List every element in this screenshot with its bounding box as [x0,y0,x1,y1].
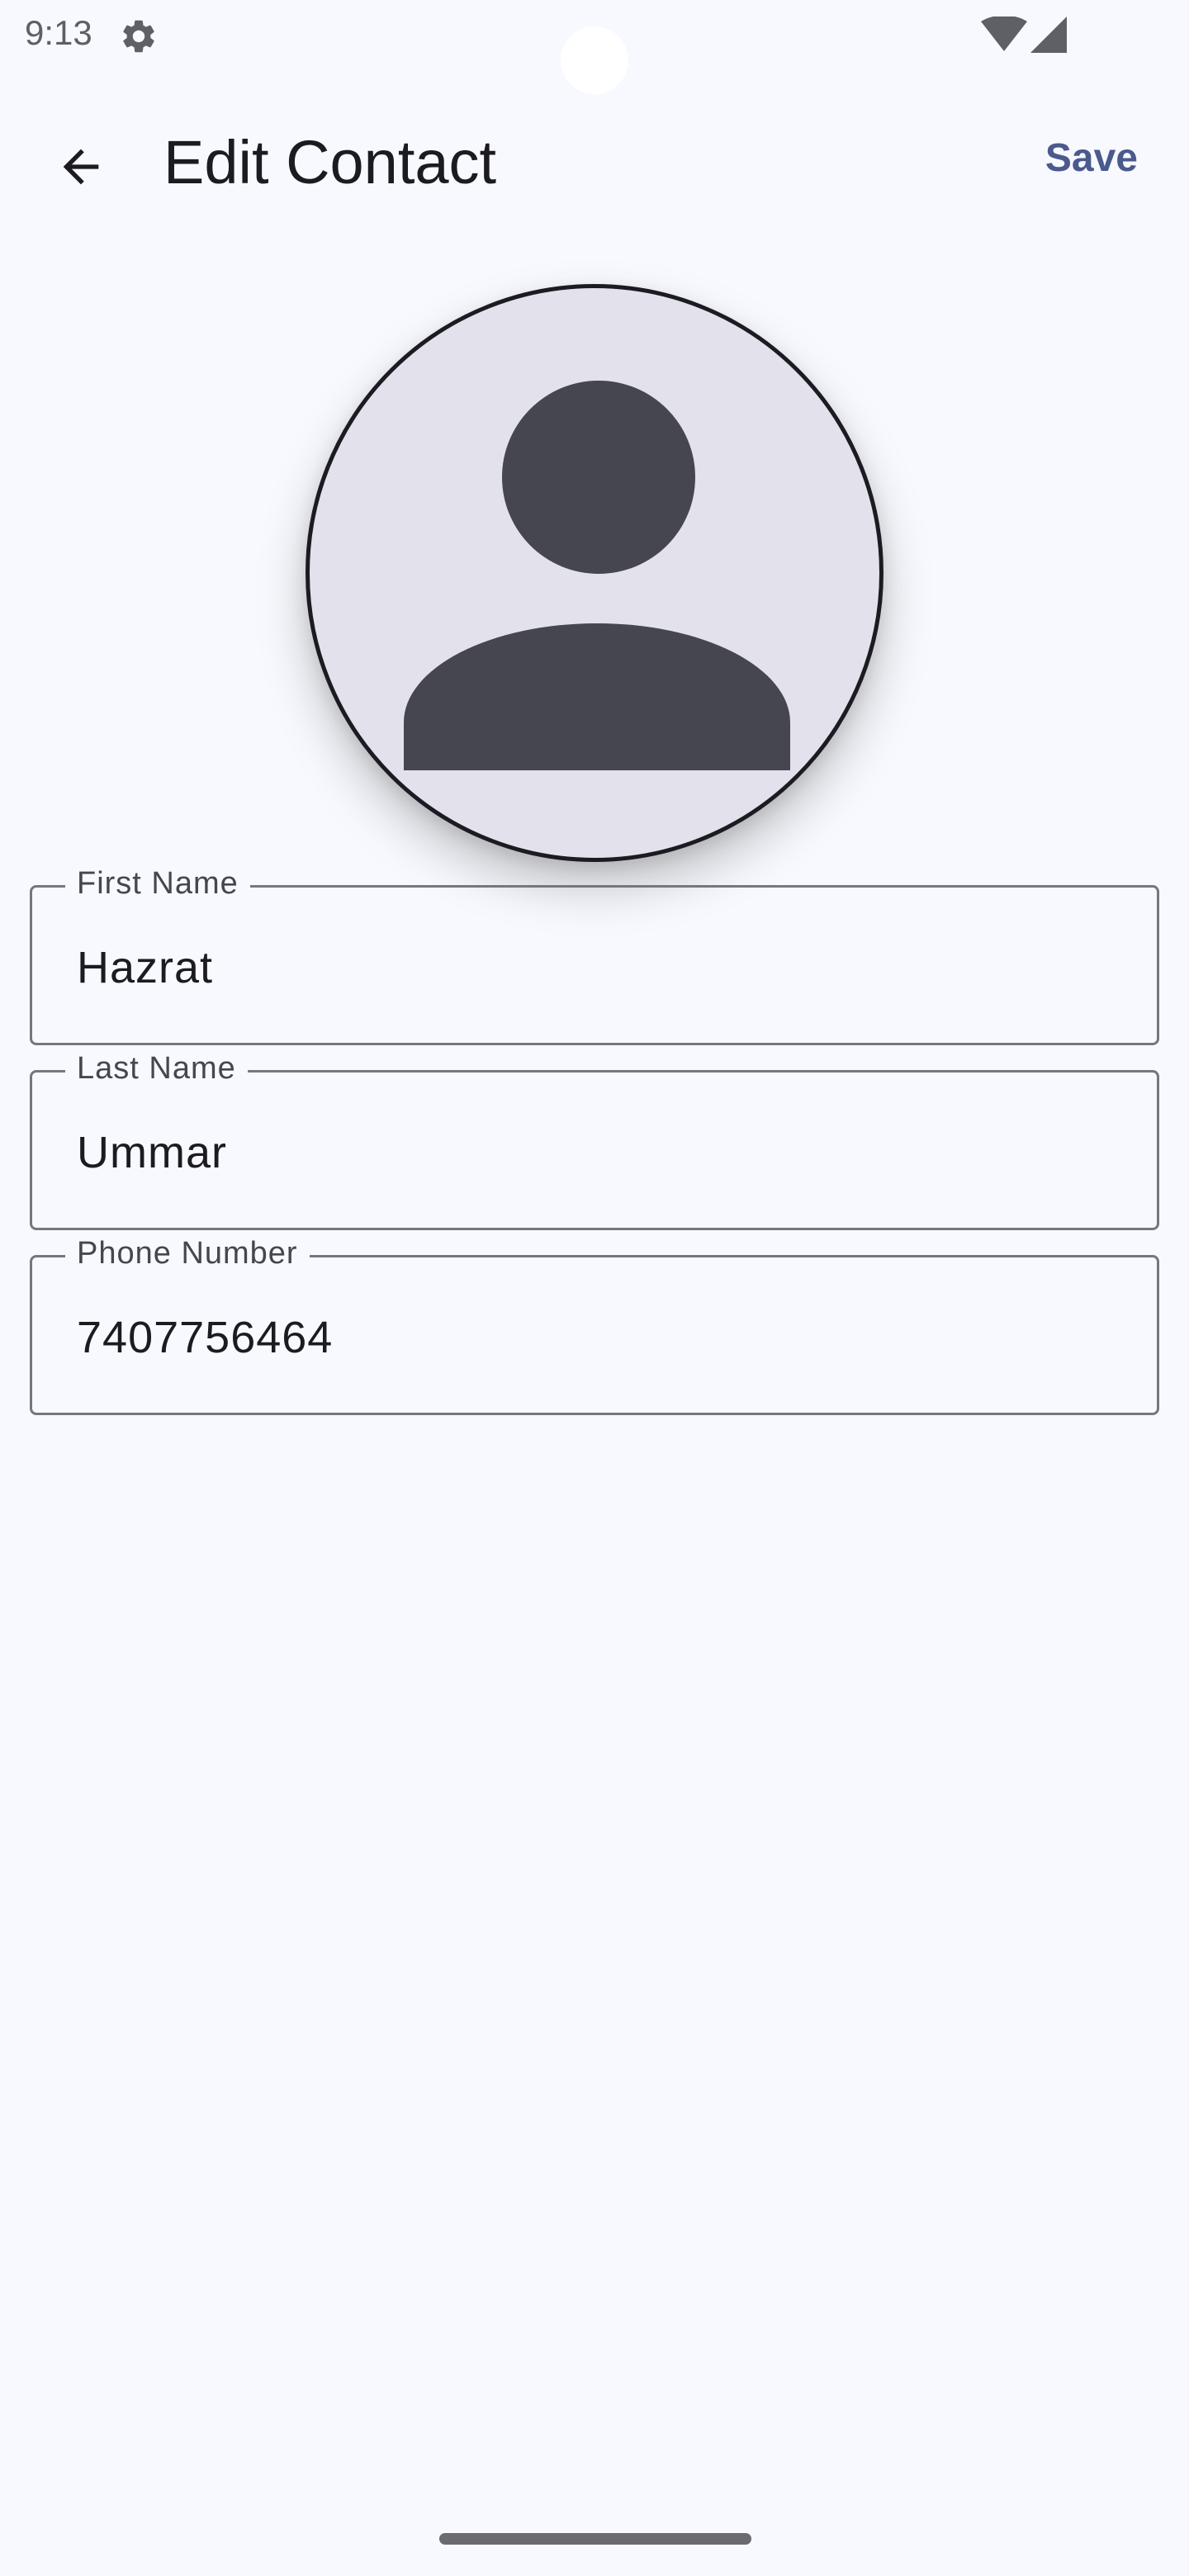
status-bar: 9:13 [0,0,1189,94]
phone-number-label: Phone Number [65,1236,310,1271]
first-name-field[interactable]: First Name Hazrat [30,866,1159,1045]
arrow-back-icon [54,140,107,197]
phone-number-field[interactable]: Phone Number 7407756464 [30,1236,1159,1415]
settings-gear-icon [119,17,159,56]
home-indicator[interactable] [439,2533,751,2545]
last-name-value[interactable]: Ummar [77,1127,227,1178]
avatar-head [502,381,695,574]
camera-cutout [561,26,628,94]
wifi-icon [981,15,1027,53]
phone-number-value[interactable]: 7407756464 [77,1312,333,1363]
save-button[interactable]: Save [1045,135,1138,181]
back-button[interactable] [41,129,121,208]
page-title: Edit Contact [163,128,497,197]
first-name-label: First Name [65,866,250,902]
last-name-field[interactable]: Last Name Ummar [30,1051,1159,1230]
first-name-value[interactable]: Hazrat [77,942,213,993]
top-app-bar: Edit Contact Save [0,99,1189,225]
avatar[interactable] [306,284,883,862]
avatar-body [404,623,790,770]
edit-contact-screen: 9:13 Edit Contact Save First Name Hazrat… [0,0,1189,2576]
signal-icon [1030,17,1067,53]
last-name-label: Last Name [65,1051,248,1087]
avatar-container [306,284,883,862]
status-time: 9:13 [25,13,92,52]
